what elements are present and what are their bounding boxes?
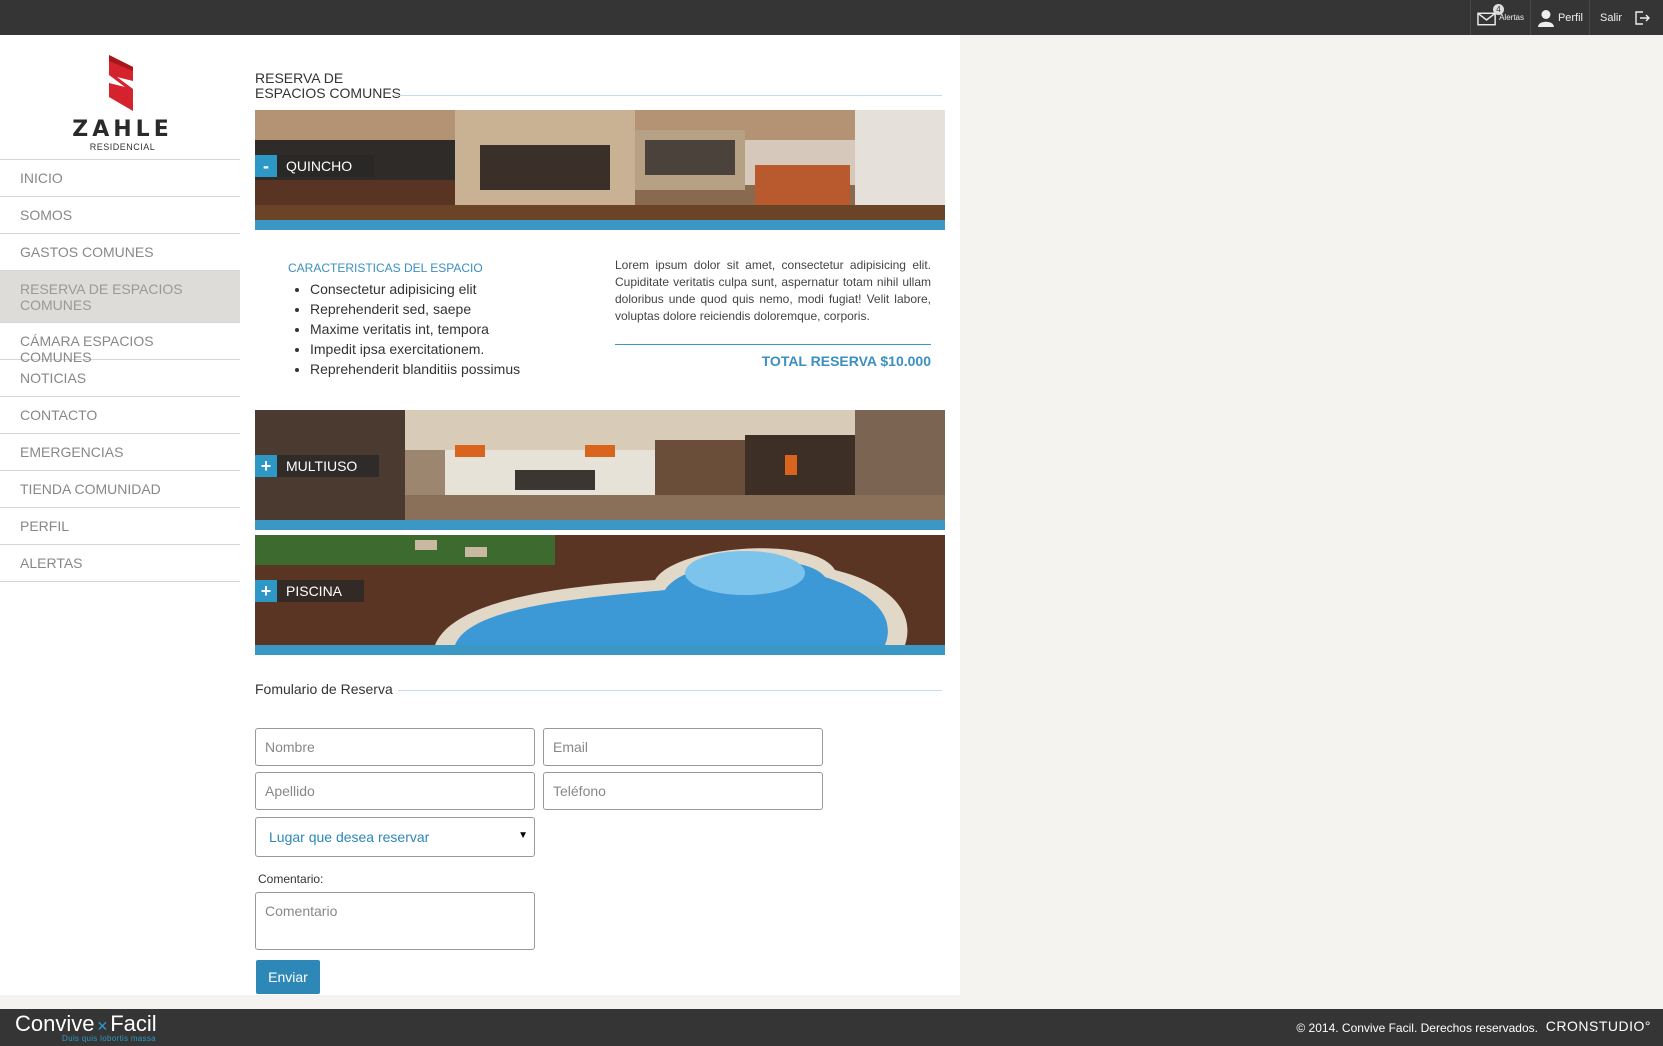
nav-item-perfil[interactable]: PERFIL bbox=[0, 508, 240, 545]
space-details: CARACTERISTICAS DEL ESPACIO Consectetur … bbox=[255, 245, 945, 395]
piscina-bar bbox=[255, 645, 945, 655]
piscina-label[interactable]: + PISCINA bbox=[255, 580, 365, 602]
feature-item: Reprehenderit sed, saepe bbox=[310, 299, 520, 319]
total-divider bbox=[615, 344, 931, 345]
email-input[interactable] bbox=[543, 728, 823, 766]
expand-icon[interactable]: + bbox=[255, 580, 277, 602]
nav-item-alertas[interactable]: ALERTAS bbox=[0, 545, 240, 582]
sparkle-icon: ✕ bbox=[96, 1018, 109, 1034]
reservation-total: TOTAL RESERVA $10.000 bbox=[761, 353, 931, 369]
collapse-icon[interactable]: - bbox=[255, 155, 277, 177]
space-name-piscina: PISCINA bbox=[286, 583, 343, 599]
form-title: Fomulario de Reserva bbox=[255, 681, 393, 697]
nav-item-emergencias[interactable]: EMERGENCIAS bbox=[0, 434, 240, 471]
multiuso-label[interactable]: + MULTIUSO bbox=[255, 455, 380, 477]
nav-item-tienda[interactable]: TIENDA COMUNIDAD bbox=[0, 471, 240, 508]
logout-icon bbox=[1635, 10, 1651, 25]
footer-brand-left: Convive bbox=[15, 1011, 95, 1036]
top-bar: 4 Alertas Perfil Salir bbox=[0, 0, 1663, 35]
features-title: CARACTERISTICAS DEL ESPACIO bbox=[288, 261, 483, 275]
feature-item: Consectetur adipisicing elit bbox=[310, 279, 520, 299]
nav-item-contacto[interactable]: CONTACTO bbox=[0, 397, 240, 434]
place-select[interactable]: Lugar que desea reservar ▼ bbox=[255, 817, 535, 857]
profile-label: Perfil bbox=[1557, 11, 1583, 24]
caret-down-icon: ▼ bbox=[518, 830, 528, 841]
alerts-button[interactable]: 4 Alertas bbox=[1470, 0, 1530, 35]
profile-button[interactable]: Perfil bbox=[1530, 0, 1589, 35]
feature-item: Impedit ipsa exercitationem. bbox=[310, 339, 520, 359]
place-select-value: Lugar que desea reservar bbox=[269, 829, 430, 845]
user-icon bbox=[1537, 9, 1554, 27]
page-title: RESERVA DE ESPACIOS COMUNES bbox=[255, 71, 401, 101]
nav-item-reserva-espacios[interactable]: RESERVA DE ESPACIOS COMUNES bbox=[0, 271, 240, 323]
nav-item-camara[interactable]: CÁMARA ESPACIOS COMUNES bbox=[0, 323, 240, 365]
footer: Convive ✕Facil Duis quis lobortis massa ©… bbox=[0, 1009, 1663, 1046]
quincho-bar bbox=[255, 220, 945, 230]
footer-tagline: Duis quis lobortis massa bbox=[62, 1034, 156, 1043]
comment-label: Comentario: bbox=[258, 872, 324, 886]
logo-name: ZAHLE bbox=[72, 117, 173, 142]
alerts-badge: 4 bbox=[1493, 4, 1504, 15]
feature-item: Reprehenderit blanditiis possimus bbox=[310, 359, 520, 379]
expand-icon[interactable]: + bbox=[255, 455, 277, 477]
page-title-line-2: ESPACIOS COMUNES bbox=[255, 85, 401, 101]
page-title-line-1: RESERVA DE bbox=[255, 70, 344, 86]
mail-icon bbox=[1477, 12, 1496, 25]
space-card-quincho[interactable]: - QUINCHO bbox=[255, 110, 945, 230]
form-title-divider bbox=[398, 690, 942, 691]
space-card-piscina[interactable]: + PISCINA bbox=[255, 535, 945, 655]
nav-item-gastos-comunes[interactable]: GASTOS COMUNES bbox=[0, 234, 240, 271]
comment-textarea[interactable] bbox=[255, 892, 535, 950]
space-name-multiuso: MULTIUSO bbox=[286, 458, 358, 474]
space-card-multiuso[interactable]: + MULTIUSO bbox=[255, 410, 945, 530]
feature-item: Maxime veritatis int, tempora bbox=[310, 319, 520, 339]
logout-button[interactable]: Salir bbox=[1589, 0, 1663, 35]
space-name-quincho: QUINCHO bbox=[286, 158, 353, 174]
title-divider bbox=[395, 95, 942, 96]
quincho-label[interactable]: - QUINCHO bbox=[255, 155, 375, 177]
logo-subtitle: RESIDENCIAL bbox=[89, 142, 156, 152]
multiuso-bar bbox=[255, 520, 945, 530]
nav-item-somos[interactable]: SOMOS bbox=[0, 197, 240, 234]
space-description: Lorem ipsum dolor sit amet, consectetur … bbox=[615, 258, 931, 323]
name-input[interactable] bbox=[255, 728, 535, 766]
site-logo[interactable]: ZAHLE RESIDENCIAL bbox=[55, 50, 190, 165]
lastname-input[interactable] bbox=[255, 772, 535, 810]
nav-item-inicio[interactable]: INICIO bbox=[0, 160, 240, 197]
zahle-logo-icon bbox=[108, 55, 133, 111]
nav-item-noticias[interactable]: NOTICIAS bbox=[0, 360, 240, 397]
submit-button[interactable]: Enviar bbox=[256, 960, 320, 994]
studio-logo[interactable]: CRONSTUDIO° bbox=[1546, 1018, 1651, 1034]
footer-brand-right: Facil bbox=[110, 1011, 157, 1036]
sidebar-nav: INICIO SOMOS GASTOS COMUNES RESERVA DE E… bbox=[0, 159, 240, 582]
alerts-label: Alertas bbox=[1499, 13, 1524, 22]
main-panel: ZAHLE RESIDENCIAL INICIO SOMOS GASTOS CO… bbox=[0, 35, 960, 995]
logout-label: Salir bbox=[1600, 11, 1623, 24]
features-list: Consectetur adipisicing elit Reprehender… bbox=[310, 279, 520, 379]
phone-input[interactable] bbox=[543, 772, 823, 810]
footer-copyright: © 2014. Convive Facil. Derechos reservad… bbox=[1296, 1021, 1538, 1035]
